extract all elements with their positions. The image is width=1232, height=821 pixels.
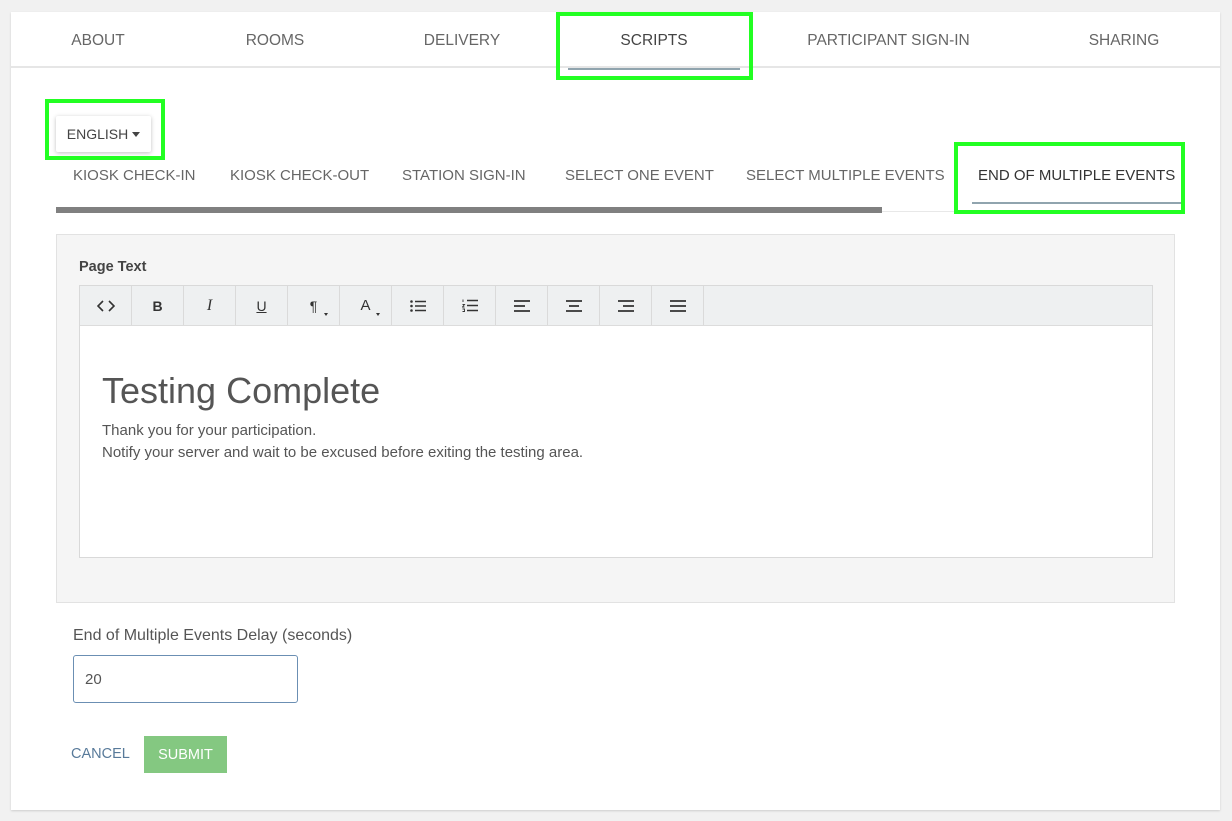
cancel-button[interactable]: CANCEL: [63, 736, 138, 772]
content-heading: Testing Complete: [102, 370, 381, 411]
bullet-list-icon[interactable]: [392, 286, 444, 325]
caret-down-icon: [132, 131, 141, 137]
tab-kiosk-check-out[interactable]: KIOSK CHECK-OUT: [230, 154, 369, 206]
tab-rooms[interactable]: ROOMS: [225, 12, 325, 68]
align-right-icon[interactable]: [600, 286, 652, 325]
paragraph-caret-icon: [324, 313, 328, 316]
content-line-2: Notify your server and wait to be excuse…: [102, 444, 584, 461]
page-text-label: Page Text: [79, 259, 147, 275]
submit-button[interactable]: SUBMIT: [144, 736, 227, 773]
editor-toolbar: B I U ¶ A: [80, 286, 1152, 326]
tab-select-multiple-events[interactable]: SELECT MULTIPLE EVENTS: [746, 154, 945, 206]
top-tab-bar: ABOUT ROOMS DELIVERY SCRIPTS PARTICIPANT…: [11, 12, 1220, 70]
tab-end-of-multiple-events[interactable]: END OF MULTIPLE EVENTS: [972, 154, 1182, 206]
language-dropdown[interactable]: ENGLISH: [56, 116, 151, 152]
sub-tab-scroll-indicator[interactable]: [56, 207, 882, 213]
delay-label: End of Multiple Events Delay (seconds): [73, 627, 353, 644]
language-selected: ENGLISH: [66, 126, 129, 142]
tab-end-underline: [972, 202, 1182, 204]
tab-participant-sign-in[interactable]: PARTICIPANT SIGN-IN: [791, 12, 986, 68]
bold-icon[interactable]: B: [132, 286, 184, 325]
font-color-glyph: A: [360, 297, 371, 314]
tab-scripts-underline: [568, 68, 740, 70]
tab-station-sign-in[interactable]: STATION SIGN-IN: [402, 154, 526, 206]
align-left-icon[interactable]: [496, 286, 548, 325]
paragraph-glyph: ¶: [309, 297, 318, 314]
paragraph-icon[interactable]: ¶: [288, 286, 340, 325]
content-line-1: Thank you for your participation.: [102, 422, 317, 439]
page-text-panel: Page Text B I U ¶ A Testing Complete Tha…: [56, 234, 1175, 603]
delay-seconds-input[interactable]: [73, 655, 298, 703]
tab-scripts-label: SCRIPTS: [620, 32, 688, 49]
numbered-list-icon[interactable]: [444, 286, 496, 325]
justify-icon[interactable]: [652, 286, 704, 325]
tab-end-of-multiple-events-label: END OF MULTIPLE EVENTS: [978, 167, 1176, 184]
font-color-caret-icon: [376, 313, 380, 316]
tab-kiosk-check-in[interactable]: KIOSK CHECK-IN: [73, 154, 196, 206]
rich-text-editor[interactable]: B I U ¶ A Testing Complete Thank you for…: [79, 285, 1153, 558]
settings-card: ABOUT ROOMS DELIVERY SCRIPTS PARTICIPANT…: [11, 12, 1220, 810]
italic-icon[interactable]: I: [184, 286, 236, 325]
code-view-icon[interactable]: [80, 286, 132, 325]
align-center-icon[interactable]: [548, 286, 600, 325]
tab-scripts[interactable]: SCRIPTS: [562, 12, 746, 70]
font-color-icon[interactable]: A: [340, 286, 392, 325]
tab-about[interactable]: ABOUT: [49, 12, 147, 68]
tab-select-one-event[interactable]: SELECT ONE EVENT: [565, 154, 714, 206]
script-tab-bar: KIOSK CHECK-IN KIOSK CHECK-OUT STATION S…: [56, 154, 1182, 213]
underline-icon[interactable]: U: [236, 286, 288, 325]
editor-content[interactable]: Testing Complete Thank you for your part…: [102, 326, 1130, 464]
tab-sharing[interactable]: SHARING: [1071, 12, 1177, 68]
tab-delivery[interactable]: DELIVERY: [411, 12, 513, 68]
